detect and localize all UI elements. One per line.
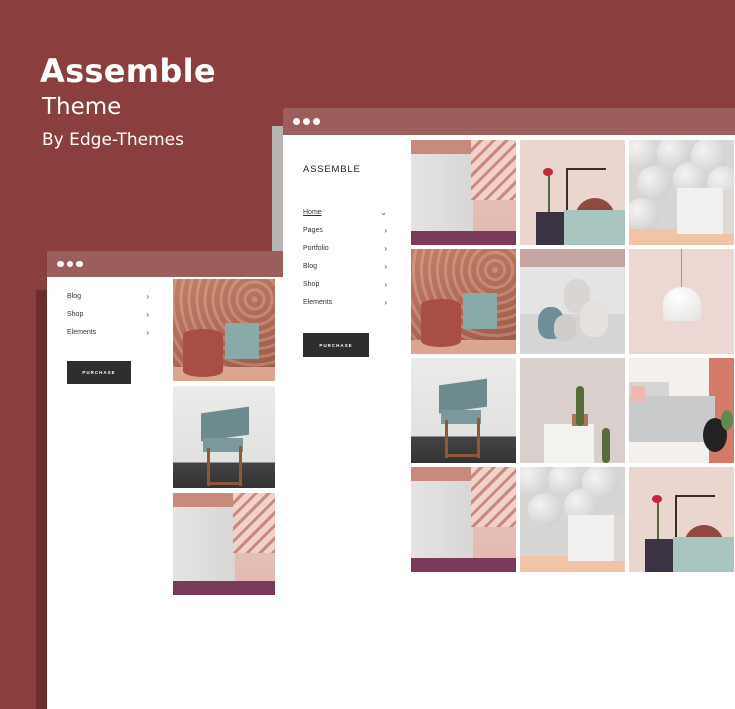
- back-nav-item-blog[interactable]: Blog ›: [67, 287, 149, 305]
- chevron-right-icon: ›: [146, 291, 149, 301]
- back-browser-window: Blog › Shop › Elements › PURCHASE: [47, 251, 283, 709]
- chevron-down-icon: ⌄: [380, 207, 387, 217]
- nav-item-label: Elements: [67, 328, 97, 336]
- site-logo[interactable]: ASSEMBLE: [303, 164, 361, 175]
- hero: Assemble Theme By Edge-Themes: [40, 52, 216, 150]
- gallery-image[interactable]: [411, 249, 516, 354]
- window-dot-icon[interactable]: [76, 260, 83, 268]
- back-window-titlebar: [47, 251, 283, 277]
- nav-item-label: Portfolio: [303, 244, 329, 252]
- back-nav-item-shop[interactable]: Shop ›: [67, 305, 149, 323]
- window-dot-icon[interactable]: [303, 118, 310, 125]
- nav-item-label: Pages: [303, 226, 323, 234]
- hero-subtitle: Theme: [42, 94, 122, 120]
- nav-item-home[interactable]: Home ⌄: [303, 203, 387, 221]
- gallery-image[interactable]: [520, 249, 625, 354]
- nav-item-label: Elements: [303, 298, 333, 306]
- nav-item-label: Shop: [67, 310, 84, 318]
- front-sidebar-nav: Home ⌄ Pages › Portfolio › Blog › Shop ›…: [303, 203, 387, 311]
- chevron-right-icon: ›: [384, 297, 387, 307]
- chevron-right-icon: ›: [384, 243, 387, 253]
- gallery-image[interactable]: [411, 467, 516, 572]
- nav-item-shop[interactable]: Shop ›: [303, 275, 387, 293]
- back-gallery-column: [173, 279, 283, 600]
- window-dot-icon[interactable]: [66, 260, 73, 268]
- purchase-button[interactable]: PURCHASE: [303, 333, 369, 357]
- gallery-image[interactable]: [520, 467, 625, 572]
- chevron-right-icon: ›: [384, 225, 387, 235]
- hero-byline: By Edge-Themes: [42, 130, 184, 150]
- gallery-image[interactable]: [411, 358, 516, 463]
- nav-item-portfolio[interactable]: Portfolio ›: [303, 239, 387, 257]
- gallery-image[interactable]: [173, 279, 275, 381]
- gallery-image[interactable]: [173, 493, 275, 595]
- nav-item-pages[interactable]: Pages ›: [303, 221, 387, 239]
- window-dot-icon[interactable]: [57, 260, 64, 268]
- nav-item-label: Shop: [303, 280, 320, 288]
- chevron-right-icon: ›: [146, 309, 149, 319]
- nav-item-label: Home: [303, 208, 322, 216]
- front-window-titlebar: [283, 108, 735, 135]
- chevron-right-icon: ›: [146, 327, 149, 337]
- window-dot-icon[interactable]: [313, 118, 320, 125]
- back-sidebar-nav: Blog › Shop › Elements ›: [67, 287, 149, 341]
- gallery-image[interactable]: [411, 140, 516, 245]
- gallery-image[interactable]: [629, 249, 734, 354]
- window-dot-icon[interactable]: [293, 118, 300, 125]
- nav-item-elements[interactable]: Elements ›: [303, 293, 387, 311]
- nav-item-blog[interactable]: Blog ›: [303, 257, 387, 275]
- gallery-image[interactable]: [520, 358, 625, 463]
- nav-item-label: Blog: [67, 292, 82, 300]
- gallery-image[interactable]: [629, 467, 734, 572]
- back-purchase-button[interactable]: PURCHASE: [67, 361, 131, 384]
- gallery-image[interactable]: [173, 386, 275, 488]
- front-browser-window: ASSEMBLE Home ⌄ Pages › Portfolio › Blog…: [283, 108, 735, 709]
- chevron-right-icon: ›: [384, 279, 387, 289]
- gallery-image[interactable]: [629, 358, 734, 463]
- hero-title: Assemble: [40, 52, 216, 90]
- gallery-image[interactable]: [629, 140, 734, 245]
- chevron-right-icon: ›: [384, 261, 387, 271]
- back-nav-item-elements[interactable]: Elements ›: [67, 323, 149, 341]
- nav-item-label: Blog: [303, 262, 318, 270]
- gallery-image[interactable]: [520, 140, 625, 245]
- gallery-grid: [411, 140, 734, 572]
